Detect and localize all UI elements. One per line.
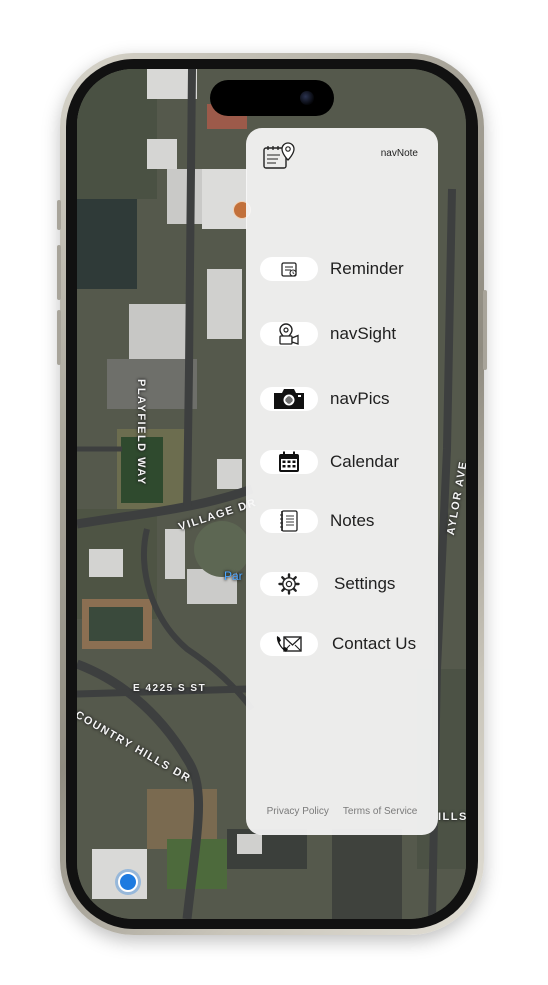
dynamic-island <box>210 80 334 116</box>
contact-icon-pill <box>260 632 318 656</box>
menu-item-navpics[interactable]: navPics <box>260 386 390 412</box>
street-label-playfield-way: PLAYFIELD WAY <box>135 379 147 486</box>
gear-icon <box>278 573 300 595</box>
navigation-drawer: navNote Reminder navSight navPics Calend… <box>246 128 438 835</box>
power-button <box>483 290 487 370</box>
volume-up-button <box>57 245 61 300</box>
terms-of-service-link[interactable]: Terms of Service <box>343 806 417 817</box>
menu-item-notes[interactable]: Notes <box>260 508 374 534</box>
street-label-hills-d: ILLS D <box>438 811 466 823</box>
brand-name: navNote <box>380 148 418 159</box>
menu-label-reminder: Reminder <box>330 259 404 278</box>
phone-screen: PLAYFIELD WAY VILLAGE DR COUNTRY HILLS D… <box>77 69 466 919</box>
menu-item-reminder[interactable]: Reminder <box>260 256 404 282</box>
map-note-icon <box>263 142 295 169</box>
privacy-policy-link[interactable]: Privacy Policy <box>267 806 329 817</box>
menu-label-navpics: navPics <box>330 389 390 408</box>
contact-icon <box>276 636 302 652</box>
navsight-icon <box>279 323 299 345</box>
volume-down-button <box>57 310 61 365</box>
menu-item-calendar[interactable]: Calendar <box>260 449 399 475</box>
current-location-icon[interactable] <box>118 872 138 892</box>
menu-label-notes: Notes <box>330 511 375 530</box>
menu-item-contact-us[interactable]: Contact Us <box>260 631 416 657</box>
menu-label-calendar: Calendar <box>330 452 399 471</box>
street-label-park: Par <box>224 569 243 583</box>
menu-item-settings[interactable]: Settings <box>260 571 395 597</box>
street-label-e4225: E 4225 S ST <box>133 683 207 694</box>
gear-icon-pill <box>260 572 318 596</box>
notes-icon <box>280 510 298 532</box>
menu-label-contact-us: Contact Us <box>332 634 417 653</box>
calendar-icon <box>279 451 299 472</box>
calendar-icon-pill <box>260 450 318 474</box>
drawer-footer: Privacy Policy Terms of Service <box>246 806 438 817</box>
menu-item-navsight[interactable]: navSight <box>260 321 396 347</box>
action-button <box>57 200 61 230</box>
reminder-icon <box>281 262 297 277</box>
reminder-icon-pill <box>260 257 318 281</box>
menu-label-settings: Settings <box>334 574 396 593</box>
camera-icon-front <box>300 91 314 105</box>
menu-label-navsight: navSight <box>330 324 397 343</box>
navsight-icon-pill <box>260 322 318 346</box>
camera-icon-pill <box>260 387 318 411</box>
notes-icon-pill <box>260 509 318 533</box>
camera-icon <box>274 389 304 409</box>
